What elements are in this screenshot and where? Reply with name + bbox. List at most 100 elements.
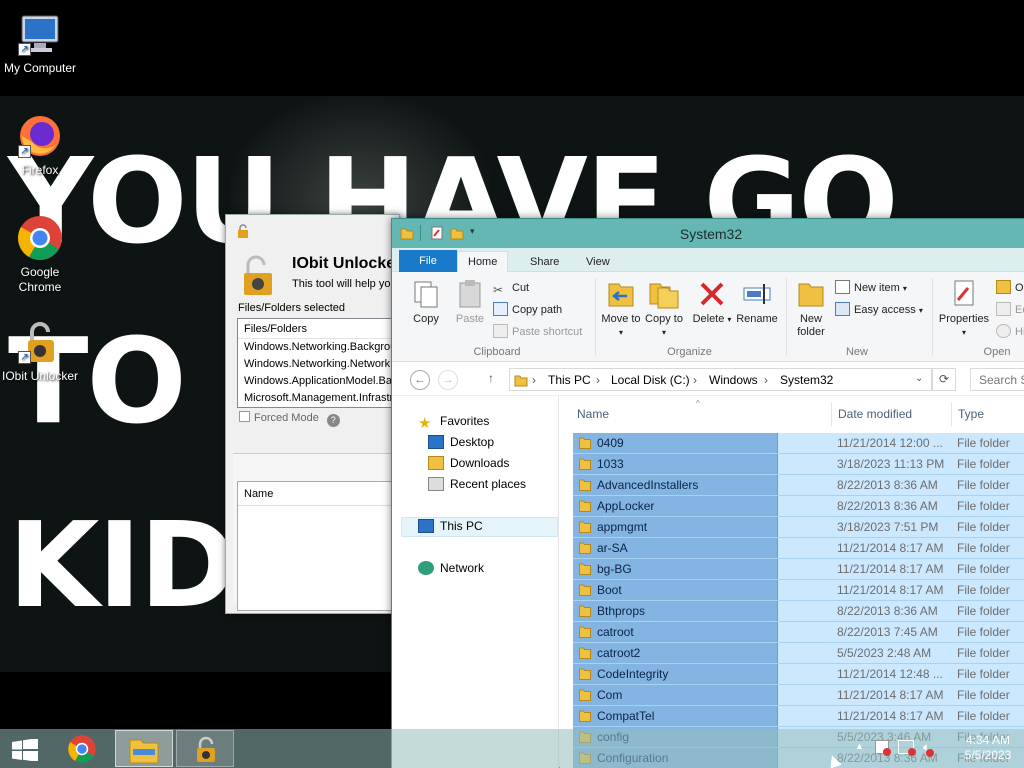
file-name: ar-SA xyxy=(597,541,628,555)
paste-shortcut-button[interactable]: Paste shortcut xyxy=(493,322,582,342)
copy-path-button[interactable]: Copy path xyxy=(493,300,562,320)
file-row[interactable]: bg-BG 11/21/2014 8:17 AM File folder xyxy=(573,559,1024,580)
files-list-item[interactable]: Microsoft.Management.Infrastr xyxy=(238,390,406,407)
file-row[interactable]: appmgmt 3/18/2023 7:51 PM File folder xyxy=(573,517,1024,538)
nav-network[interactable]: Network xyxy=(418,558,484,578)
desktop-icon-iobit-unlocker[interactable]: ↗ IObit Unlocker xyxy=(0,318,80,384)
action-center-flag-icon[interactable] xyxy=(875,740,891,756)
breadcrumb-system32[interactable]: System32 xyxy=(780,373,833,387)
file-row[interactable]: CompatTel 11/21/2014 8:17 AM File folder xyxy=(573,706,1024,727)
forced-mode-checkbox[interactable] xyxy=(239,411,250,422)
file-row[interactable]: catroot2 5/5/2023 2:48 AM File folder xyxy=(573,643,1024,664)
history-button[interactable]: Hi xyxy=(996,322,1024,342)
address-bar[interactable]: › This PC › Local Disk (C:) › Windows › … xyxy=(509,368,932,391)
paste-button[interactable]: Paste xyxy=(450,278,490,326)
delete-button[interactable]: Delete ▾ xyxy=(692,278,732,326)
forced-mode-label: Forced Mode xyxy=(254,412,319,424)
files-list[interactable]: Files/Folders Windows.Networking.Backgro… xyxy=(237,318,407,408)
cut-label: Cut xyxy=(512,282,530,294)
file-type: File folder xyxy=(957,520,1010,534)
copy-button[interactable]: Copy xyxy=(406,278,446,326)
tab-view[interactable]: View xyxy=(576,252,620,272)
edit-button[interactable]: Ed xyxy=(996,300,1024,320)
search-input[interactable]: Search Sy xyxy=(970,368,1024,391)
up-arrow-icon[interactable]: ↑ xyxy=(488,371,494,385)
iobit-titlebar[interactable] xyxy=(226,215,399,251)
nav-downloads[interactable]: Downloads xyxy=(428,453,509,473)
column-header-name[interactable]: Name xyxy=(577,407,609,421)
folder-icon xyxy=(579,458,591,470)
nav-favorites[interactable]: ★ Favorites xyxy=(418,411,489,431)
file-type: File folder xyxy=(957,646,1010,660)
file-row[interactable]: AppLocker 8/22/2013 8:36 AM File folder xyxy=(573,496,1024,517)
firefox-icon: ↗ xyxy=(16,112,64,160)
results-grid[interactable]: Name xyxy=(237,481,407,611)
file-row[interactable]: 0409 11/21/2014 12:00 ... File folder xyxy=(573,433,1024,454)
paste-icon xyxy=(454,278,486,310)
tab-file[interactable]: File xyxy=(399,250,457,272)
shortcut-arrow-icon: ↗ xyxy=(18,351,31,364)
open-button[interactable]: O xyxy=(996,278,1024,298)
tab-share[interactable]: Share xyxy=(520,252,569,272)
column-header-type[interactable]: Type xyxy=(958,407,984,421)
file-row[interactable]: 1033 3/18/2023 11:13 PM File folder xyxy=(573,454,1024,475)
file-type: File folder xyxy=(957,436,1010,450)
files-list-item[interactable]: Windows.Networking.Backgrou xyxy=(238,339,406,356)
cut-button[interactable]: ✂ Cut xyxy=(493,278,529,298)
nav-this-pc[interactable]: This PC xyxy=(418,516,483,536)
easy-access-label: Easy access xyxy=(854,304,916,316)
nav-recent-places[interactable]: Recent places xyxy=(428,474,526,494)
start-button[interactable] xyxy=(0,730,50,767)
move-to-button[interactable]: Move to ▾ xyxy=(601,278,641,339)
rename-button[interactable]: Rename xyxy=(735,278,779,326)
new-item-button[interactable]: New item ▾ xyxy=(835,278,907,298)
help-icon[interactable]: ? xyxy=(326,414,340,427)
files-list-item[interactable]: Windows.ApplicationModel.Bac xyxy=(238,373,406,390)
file-date: 3/18/2023 11:13 PM xyxy=(837,457,945,471)
taskbar-iobit-unlocker[interactable] xyxy=(176,730,234,767)
ribbon-separator xyxy=(932,278,933,356)
easy-access-button[interactable]: Easy access ▾ xyxy=(835,300,923,320)
desktop-icon-google-chrome[interactable]: Google Chrome xyxy=(0,214,80,295)
volume-muted-icon[interactable]: 🔈︎ xyxy=(923,740,935,757)
desktop-icon-my-computer[interactable]: ↗ My Computer xyxy=(0,10,80,76)
file-row[interactable]: Bthprops 8/22/2013 8:36 AM File folder xyxy=(573,601,1024,622)
taskbar-chrome[interactable] xyxy=(54,730,112,767)
breadcrumb-windows[interactable]: Windows xyxy=(709,373,758,387)
results-name-header[interactable]: Name xyxy=(238,482,406,506)
files-list-item[interactable]: Windows.Networking.Network xyxy=(238,356,406,373)
network-tray-icon[interactable] xyxy=(898,740,916,756)
nav-desktop[interactable]: Desktop xyxy=(428,432,494,452)
taskbar-clock[interactable]: 4:34 AM 5/5/2023 xyxy=(955,733,1021,763)
file-row[interactable]: CodeIntegrity 11/21/2014 12:48 ... File fo… xyxy=(573,664,1024,685)
file-name: AppLocker xyxy=(597,499,655,513)
forward-button[interactable]: → xyxy=(438,370,458,390)
show-hidden-icons-chevron-icon[interactable]: ▲ xyxy=(855,741,864,751)
files-list-header: Files/Folders xyxy=(238,319,406,339)
column-header-date[interactable]: Date modified xyxy=(838,407,912,421)
breadcrumb-local-disk[interactable]: Local Disk (C:) xyxy=(611,373,690,387)
file-row[interactable]: Com 11/21/2014 8:17 AM File folder xyxy=(573,685,1024,706)
file-row[interactable]: ar-SA 11/21/2014 8:17 AM File folder xyxy=(573,538,1024,559)
breadcrumb-this-pc[interactable]: This PC xyxy=(548,373,591,387)
taskbar-file-explorer[interactable] xyxy=(115,730,173,767)
desktop-icon-firefox[interactable]: ↗ Firefox xyxy=(0,112,80,178)
chevron-down-icon[interactable]: ⌄ xyxy=(915,373,923,384)
file-row[interactable]: catroot 8/22/2013 7:45 AM File folder xyxy=(573,622,1024,643)
new-folder-button[interactable]: New folder xyxy=(791,278,831,339)
forced-mode-option[interactable]: Forced Mode? xyxy=(239,411,340,427)
copy-to-button[interactable]: Copy to ▾ xyxy=(644,278,684,339)
file-type: File folder xyxy=(957,457,1010,471)
file-date: 11/21/2014 12:48 ... xyxy=(837,667,943,681)
ribbon-separator xyxy=(786,278,787,356)
open-group-label: Open xyxy=(983,346,1011,358)
refresh-button[interactable]: ⟳ xyxy=(932,368,956,391)
file-row[interactable]: Boot 11/21/2014 8:17 AM File folder xyxy=(573,580,1024,601)
back-button[interactable]: ← xyxy=(410,370,430,390)
tab-home[interactable]: Home xyxy=(457,251,509,273)
explorer-titlebar[interactable]: ▾ System32 xyxy=(392,219,1024,248)
properties-button[interactable]: Properties ▾ xyxy=(936,278,992,339)
chevron-down-icon: ▾ xyxy=(961,328,966,337)
file-row[interactable]: AdvancedInstallers 8/22/2013 8:36 AM File … xyxy=(573,475,1024,496)
new-folder-icon xyxy=(795,278,827,310)
